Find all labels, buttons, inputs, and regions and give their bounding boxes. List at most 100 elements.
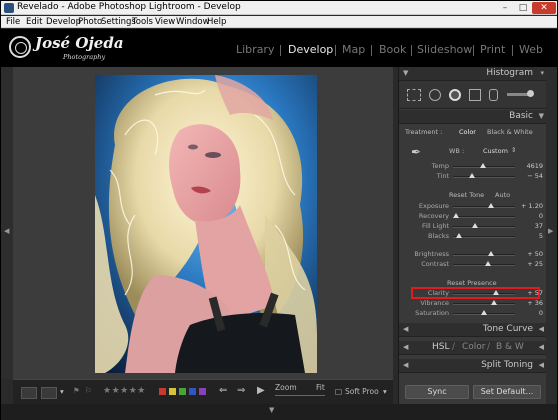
left-arrow-icon: ◀ bbox=[4, 227, 10, 235]
reset-tone-button[interactable]: Reset Tone bbox=[449, 191, 484, 199]
menu-edit[interactable]: Edit bbox=[26, 17, 42, 27]
fill-light-slider-handle[interactable] bbox=[471, 223, 478, 228]
menu-tools[interactable]: Tools bbox=[132, 17, 153, 27]
vibrance-slider[interactable] bbox=[453, 303, 515, 305]
brightness-slider[interactable] bbox=[453, 254, 515, 256]
module-separator bbox=[335, 45, 336, 56]
recovery-slider[interactable] bbox=[453, 216, 515, 218]
auto-tone-button[interactable]: Auto bbox=[495, 191, 510, 199]
tint-value[interactable]: − 54 bbox=[517, 172, 543, 180]
reject-flag-icon[interactable]: ⚐ bbox=[85, 386, 92, 395]
menu-window[interactable]: Window bbox=[176, 17, 210, 27]
menu-photo[interactable]: Photo bbox=[78, 17, 102, 27]
histogram-header[interactable]: ▼ Histogram ▾ bbox=[399, 67, 547, 81]
clarity-slider-handle[interactable] bbox=[493, 290, 500, 295]
play-icon[interactable]: ▶ bbox=[257, 385, 265, 396]
photo-preview[interactable] bbox=[95, 75, 317, 373]
module-library[interactable]: Library bbox=[236, 43, 274, 56]
treatment-color-option[interactable]: Color bbox=[459, 128, 476, 136]
vibrance-value[interactable]: + 36 bbox=[517, 299, 543, 307]
wb-select[interactable]: Custom bbox=[483, 147, 508, 155]
minimize-button[interactable]: – bbox=[496, 2, 514, 14]
color-label-green[interactable] bbox=[179, 388, 186, 395]
basic-header[interactable]: Basic ▼ bbox=[399, 110, 547, 124]
tint-slider[interactable] bbox=[453, 176, 515, 178]
color-label-purple[interactable] bbox=[199, 388, 206, 395]
contrast-slider-handle[interactable] bbox=[484, 261, 491, 266]
brightness-value[interactable]: + 50 bbox=[517, 250, 543, 258]
adjustment-brush-icon[interactable] bbox=[507, 93, 529, 96]
filmstrip-toggle[interactable]: ▼ bbox=[1, 404, 557, 420]
module-book[interactable]: Book bbox=[379, 43, 406, 56]
rating-stars[interactable]: ★★★★★ bbox=[103, 386, 146, 396]
maximize-button[interactable]: □ bbox=[514, 2, 532, 14]
reset-presence-button[interactable]: Reset Presence bbox=[447, 279, 497, 287]
contrast-value[interactable]: + 25 bbox=[517, 260, 543, 268]
tone-curve-header[interactable]: ◀ Tone Curve ◀ bbox=[399, 323, 547, 337]
previous-photo-icon[interactable]: ⇐ bbox=[219, 385, 227, 396]
fill-light-value[interactable]: 37 bbox=[517, 222, 543, 230]
recovery-slider-handle[interactable] bbox=[453, 213, 460, 218]
module-web[interactable]: Web bbox=[519, 43, 543, 56]
sync-button[interactable]: Sync bbox=[405, 385, 469, 399]
temp-slider-handle[interactable] bbox=[479, 163, 486, 168]
histogram-expand-icon: ▾ bbox=[540, 69, 544, 77]
right-panel-toggle[interactable]: ▶ bbox=[546, 67, 557, 404]
wb-eyedropper-icon[interactable]: ✒ bbox=[411, 145, 421, 159]
menu-help[interactable]: Help bbox=[207, 17, 226, 27]
soft-proof-checkbox-icon[interactable]: □ bbox=[335, 387, 342, 396]
left-panel-toggle[interactable]: ◀ bbox=[1, 67, 13, 379]
temp-value[interactable]: 4619 bbox=[517, 162, 543, 170]
bw-tab[interactable]: B & W bbox=[496, 342, 524, 352]
blacks-slider[interactable] bbox=[453, 236, 515, 238]
crop-tool-icon[interactable] bbox=[407, 89, 421, 101]
flag-icon[interactable]: ⚑ bbox=[73, 386, 80, 395]
menu-develop[interactable]: Develop bbox=[46, 17, 81, 27]
recovery-value[interactable]: 0 bbox=[517, 212, 543, 220]
color-label-red[interactable] bbox=[159, 388, 166, 395]
red-eye-icon[interactable] bbox=[449, 89, 461, 101]
color-label-blue[interactable] bbox=[189, 388, 196, 395]
module-map[interactable]: Map bbox=[342, 43, 365, 56]
split-toning-header[interactable]: ◀ Split Toning ◀ bbox=[399, 359, 547, 373]
vibrance-label: Vibrance bbox=[420, 299, 449, 307]
exposure-slider[interactable] bbox=[453, 206, 515, 208]
hsl-header[interactable]: ◀ HSL / Color / B & W ◀ bbox=[399, 341, 547, 355]
vibrance-slider-handle[interactable] bbox=[490, 300, 497, 305]
saturation-value[interactable]: 0 bbox=[517, 309, 543, 317]
color-label-yellow[interactable] bbox=[169, 388, 176, 395]
before-after-button[interactable] bbox=[41, 387, 57, 399]
app-icon bbox=[4, 3, 14, 13]
exposure-slider-handle[interactable] bbox=[488, 203, 495, 208]
tint-slider-handle[interactable] bbox=[468, 173, 475, 178]
fill-light-slider[interactable] bbox=[453, 226, 515, 228]
hsl-tab[interactable]: HSL bbox=[432, 342, 450, 352]
graduated-filter-icon[interactable] bbox=[469, 89, 481, 101]
next-photo-icon[interactable]: ⇒ bbox=[237, 385, 245, 396]
radial-filter-icon[interactable] bbox=[489, 89, 498, 101]
before-after-menu-icon[interactable]: ▾ bbox=[60, 387, 64, 396]
menu-file[interactable]: File bbox=[6, 17, 20, 27]
module-develop[interactable]: Develop bbox=[288, 43, 333, 56]
treatment-bw-option[interactable]: Black & White bbox=[487, 128, 533, 136]
clarity-value[interactable]: + 57 bbox=[517, 289, 543, 297]
menu-view[interactable]: View bbox=[155, 17, 175, 27]
temp-slider-row: Temp 4619 bbox=[399, 161, 547, 171]
color-tab[interactable]: Color bbox=[462, 342, 486, 352]
menu-settings[interactable]: Settings bbox=[101, 17, 136, 27]
module-print[interactable]: Print bbox=[480, 43, 505, 56]
exposure-value[interactable]: + 1.20 bbox=[517, 202, 543, 210]
toolbar-menu-icon[interactable]: ▾ bbox=[383, 387, 387, 396]
loupe-view-button[interactable] bbox=[21, 387, 37, 399]
clarity-slider[interactable] bbox=[453, 293, 515, 295]
module-slideshow[interactable]: Slideshow bbox=[417, 43, 472, 56]
blacks-value[interactable]: 5 bbox=[517, 232, 543, 240]
zoom-value[interactable]: Fit bbox=[316, 383, 325, 392]
close-button[interactable]: ✕ bbox=[532, 2, 556, 14]
blacks-slider-handle[interactable] bbox=[456, 233, 463, 238]
saturation-slider-handle[interactable] bbox=[481, 310, 487, 315]
brightness-slider-handle[interactable] bbox=[488, 251, 495, 256]
set-default-button[interactable]: Set Default... bbox=[473, 385, 541, 399]
spot-removal-icon[interactable] bbox=[429, 89, 441, 101]
zoom-slider[interactable] bbox=[275, 395, 325, 396]
